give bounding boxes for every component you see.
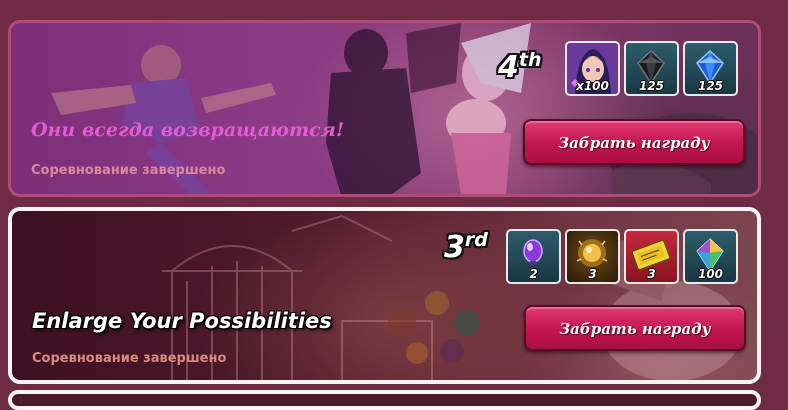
rank-badge: 3rd [444, 230, 488, 265]
reward-list: 2 3 3 100 [506, 229, 738, 284]
contest-title: Enlarge Your Possibilities [32, 309, 332, 333]
reward-slot[interactable]: 100 [683, 229, 738, 284]
contest-card-1[interactable]: Они всегда возвращаются! Соревнование за… [8, 20, 761, 197]
reward-slot[interactable]: 2 [506, 229, 561, 284]
claim-reward-button[interactable]: Забрать награду [524, 305, 746, 351]
rank-number: 4 [498, 50, 519, 85]
reward-qty: x100 [576, 79, 609, 93]
contest-status: Соревнование завершено [31, 163, 226, 178]
reward-qty: 125 [697, 79, 724, 93]
reward-slot[interactable]: 3 [565, 229, 620, 284]
contest-card-2[interactable]: Enlarge Your Possibilities Соревнование … [8, 207, 761, 384]
claim-reward-button[interactable]: Забрать награду [523, 119, 745, 165]
contest-title: Они всегда возвращаются! [31, 119, 345, 141]
rank-badge: 4th [498, 50, 541, 85]
rank-number: 3 [444, 230, 465, 265]
reward-slot[interactable]: 125 [683, 41, 738, 96]
reward-qty: 100 [697, 267, 724, 281]
reward-qty: 125 [638, 79, 665, 93]
rank-suffix: th [518, 49, 542, 71]
reward-list: x100 125 125 [565, 41, 738, 96]
reward-slot[interactable]: 125 [624, 41, 679, 96]
rank-suffix: rd [464, 229, 488, 251]
contest-status: Соревнование завершено [32, 351, 227, 366]
reward-slot[interactable]: x100 [565, 41, 620, 96]
contest-card-3[interactable] [8, 390, 761, 410]
reward-qty: 3 [588, 267, 597, 281]
reward-slot[interactable]: 3 [624, 229, 679, 284]
reward-qty: 2 [529, 267, 538, 281]
reward-qty: 3 [647, 267, 656, 281]
